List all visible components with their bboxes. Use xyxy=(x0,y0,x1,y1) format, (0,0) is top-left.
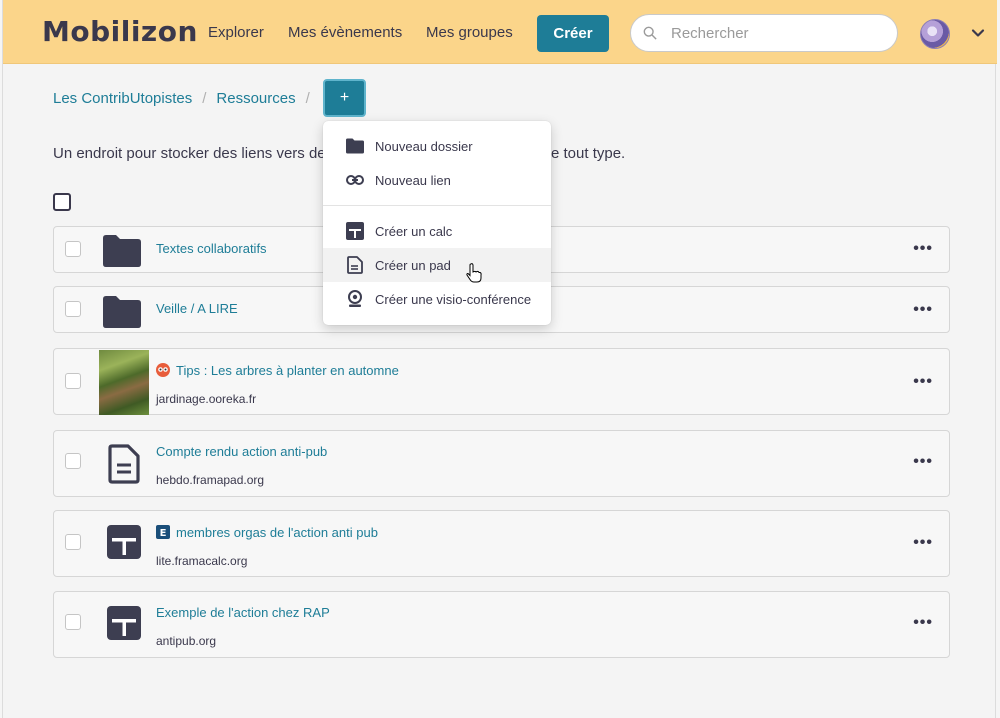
nav-explorer[interactable]: Explorer xyxy=(208,24,264,41)
intro-text-start: Un endroit pour stocker des liens vers d… xyxy=(53,145,326,162)
user-avatar[interactable] xyxy=(920,19,950,49)
nav-my-groups[interactable]: Mes groupes xyxy=(426,24,513,41)
resource-title[interactable]: Compte rendu action anti-pub xyxy=(156,444,327,459)
pad-icon xyxy=(347,256,363,274)
more-options-button[interactable]: ••• xyxy=(913,453,933,471)
link-preview-image xyxy=(99,350,149,415)
calc-icon xyxy=(107,606,141,640)
calc-icon xyxy=(346,222,364,240)
menu-item-new-folder[interactable]: Nouveau dossier xyxy=(323,129,551,163)
intro-text: Un endroit pour stocker des liens vers d… xyxy=(53,145,625,162)
menu-item-label: Créer une visio-conférence xyxy=(375,291,532,307)
more-options-button[interactable]: ••• xyxy=(913,534,933,552)
more-options-button[interactable]: ••• xyxy=(913,373,933,391)
nav-my-events[interactable]: Mes évènements xyxy=(288,24,402,41)
svg-text:E: E xyxy=(160,528,167,539)
breadcrumb-separator: / xyxy=(202,90,207,107)
resource-url: hebdo.framapad.org xyxy=(156,473,265,487)
breadcrumb-separator: / xyxy=(305,90,310,107)
menu-item-new-link[interactable]: Nouveau lien xyxy=(323,163,551,197)
resource-title-text: Tips : Les arbres à planter en automne xyxy=(176,363,399,378)
search-icon xyxy=(643,26,657,40)
resource-url: jardinage.ooreka.fr xyxy=(156,392,257,406)
add-resource-button[interactable]: + xyxy=(323,79,366,117)
chevron-down-icon[interactable] xyxy=(971,26,985,40)
menu-item-create-visio[interactable]: Créer une visio-conférence xyxy=(323,282,551,316)
breadcrumb: Les ContribUtopistes / Ressources / xyxy=(53,90,320,107)
row-checkbox[interactable] xyxy=(65,534,81,550)
search-box xyxy=(630,14,898,52)
hand-cursor-icon xyxy=(466,263,482,283)
menu-item-label: Nouveau lien xyxy=(375,172,451,188)
row-checkbox[interactable] xyxy=(65,614,81,630)
resource-url: lite.framacalc.org xyxy=(156,554,248,568)
menu-divider xyxy=(323,205,551,206)
folder-icon xyxy=(103,235,141,267)
owl-favicon-icon xyxy=(156,363,170,377)
framacalc-favicon-icon: E xyxy=(156,525,170,539)
resource-title[interactable]: Tips : Les arbres à planter en automne xyxy=(156,363,399,378)
webcam-icon xyxy=(348,290,362,307)
menu-item-label: Créer un pad xyxy=(375,257,451,273)
add-resource-menu: Nouveau dossier Nouveau lien Créer un ca… xyxy=(323,121,551,325)
pad-icon xyxy=(108,444,140,484)
calc-icon xyxy=(107,525,141,559)
resource-row[interactable]: Exemple de l'action chez RAP antipub.org… xyxy=(53,591,950,658)
resource-title[interactable]: Exemple de l'action chez RAP xyxy=(156,605,330,620)
menu-item-create-pad[interactable]: Créer un pad xyxy=(323,248,551,282)
menu-item-label: Nouveau dossier xyxy=(375,138,473,154)
resource-title[interactable]: Textes collaboratifs xyxy=(156,241,267,256)
row-checkbox[interactable] xyxy=(65,373,81,389)
more-options-button[interactable]: ••• xyxy=(913,240,933,258)
resource-row[interactable]: Compte rendu action anti-pub hebdo.frama… xyxy=(53,430,950,497)
link-icon xyxy=(346,175,364,185)
create-button[interactable]: Créer xyxy=(537,15,609,52)
search-input[interactable] xyxy=(671,24,891,42)
resource-title-text: membres orgas de l'action anti pub xyxy=(176,525,378,540)
row-checkbox[interactable] xyxy=(65,453,81,469)
resource-row[interactable]: Tips : Les arbres à planter en automne j… xyxy=(53,348,950,415)
resource-row[interactable]: Emembres orgas de l'action anti pub lite… xyxy=(53,510,950,577)
navbar: Mobilizon Explorer Mes évènements Mes gr… xyxy=(3,0,997,64)
folder-icon xyxy=(346,138,364,154)
app-window: Mobilizon Explorer Mes évènements Mes gr… xyxy=(2,0,997,718)
row-checkbox[interactable] xyxy=(65,241,81,257)
intro-text-end: e tout type. xyxy=(551,145,626,162)
resource-title[interactable]: Veille / A LIRE xyxy=(156,301,238,316)
more-options-button[interactable]: ••• xyxy=(913,614,933,632)
menu-item-create-calc[interactable]: Créer un calc xyxy=(323,214,551,248)
menu-item-label: Créer un calc xyxy=(375,223,453,239)
row-checkbox[interactable] xyxy=(65,301,81,317)
breadcrumb-resources[interactable]: Ressources xyxy=(216,90,295,107)
breadcrumb-group[interactable]: Les ContribUtopistes xyxy=(53,90,192,107)
folder-icon xyxy=(103,296,141,328)
more-options-button[interactable]: ••• xyxy=(913,301,933,319)
resource-url: antipub.org xyxy=(156,634,217,648)
select-all-checkbox[interactable] xyxy=(53,193,71,211)
resource-title[interactable]: Emembres orgas de l'action anti pub xyxy=(156,525,378,540)
brand-logo[interactable]: Mobilizon xyxy=(42,15,198,48)
